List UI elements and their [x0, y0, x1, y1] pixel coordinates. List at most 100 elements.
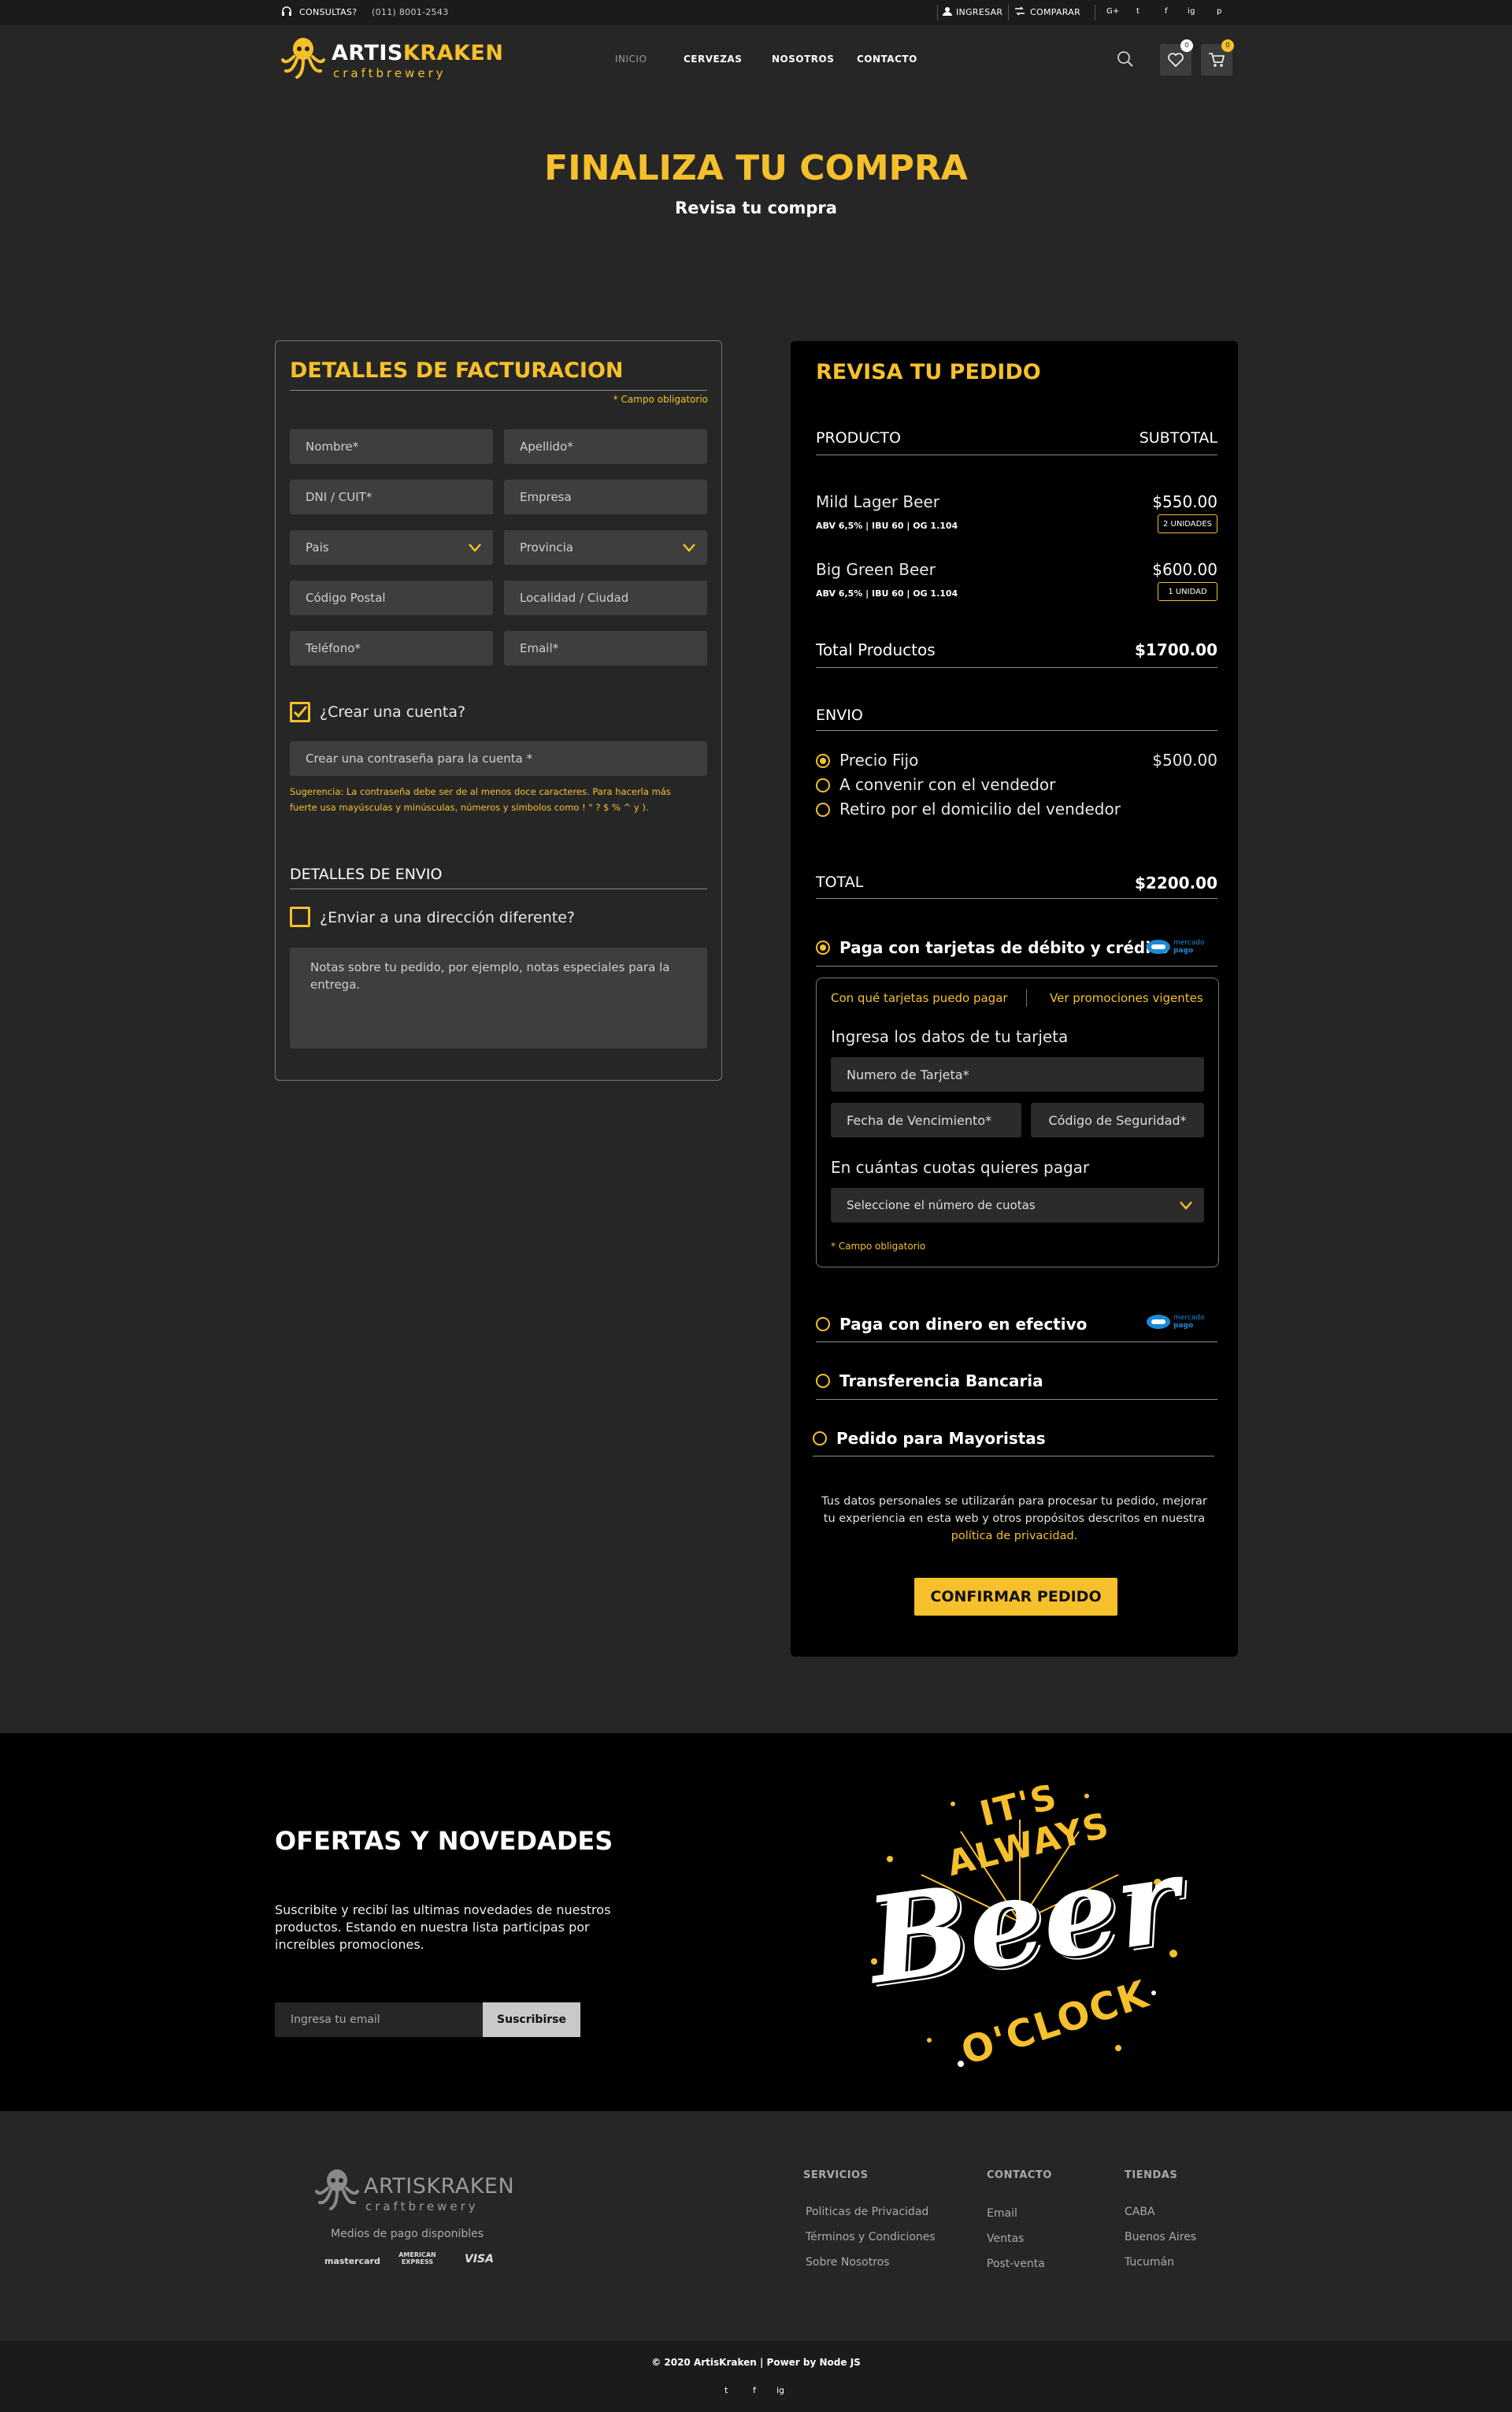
- page-title: FINALIZA TU COMPRA: [544, 148, 968, 188]
- country-select[interactable]: Pais: [290, 530, 493, 565]
- shipping-details-title: DETALLES DE ENVIO: [290, 866, 443, 883]
- search-icon[interactable]: [1117, 50, 1134, 68]
- beer-oclock-illustration: IT'S ALWAYS Beer O'CLOCK: [843, 1757, 1197, 2087]
- footer-link-caba[interactable]: CABA: [1125, 2206, 1155, 2218]
- footer-link-tucuman[interactable]: Tucumán: [1125, 2256, 1174, 2269]
- item-name: Big Green Beer: [816, 560, 936, 579]
- wishlist-count-badge: 0: [1180, 39, 1193, 52]
- pay-cash-divider: [816, 1341, 1217, 1342]
- newsletter-email-input[interactable]: Ingresa tu email: [275, 2002, 483, 2037]
- pinterest-icon[interactable]: p: [1217, 7, 1222, 16]
- password-input[interactable]: Crear una contraseña para la cuenta *: [290, 741, 707, 776]
- brand-tagline: craftbrewery: [333, 66, 447, 80]
- province-select[interactable]: Provincia: [504, 530, 707, 565]
- order-review-card: REVISA TU PEDIDO PRODUCTO SUBTOTAL Mild …: [791, 341, 1238, 1657]
- facebook-icon[interactable]: f: [753, 2385, 756, 2395]
- subscribe-button[interactable]: Suscribirse: [483, 2002, 580, 2037]
- item-specs: ABV 6,5% | IBU 60 | OG 1.104: [816, 521, 958, 531]
- mercado-pago-logo: mercado pago: [1147, 1313, 1217, 1330]
- consultas-label: CONSULTAS?: [299, 7, 358, 17]
- billing-title: DETALLES DE FACTURACION: [290, 358, 624, 383]
- instagram-icon[interactable]: ig: [776, 2385, 784, 2395]
- postal-code-input[interactable]: Código Postal: [290, 581, 493, 615]
- brand-name-first: ARTIS: [332, 41, 403, 65]
- twitter-icon[interactable]: t: [1136, 7, 1140, 16]
- first-name-input[interactable]: Nombre*: [290, 429, 493, 464]
- nav-item-inicio[interactable]: INICIO: [615, 54, 647, 65]
- compare-icon: [1014, 6, 1025, 18]
- pay-cash-label: Paga con dinero en efectivo: [839, 1315, 1088, 1334]
- ship-different-checkbox[interactable]: [290, 907, 310, 927]
- last-name-input[interactable]: Apellido*: [504, 429, 707, 464]
- twitter-icon[interactable]: t: [724, 2385, 728, 2395]
- footer-brand-name-first: ARTIS: [364, 2174, 427, 2199]
- bottom-bar: © 2020 ArtisKraken | Power by Node JS t …: [0, 2341, 1512, 2412]
- confirm-order-button[interactable]: CONFIRMAR PEDIDO: [914, 1578, 1117, 1616]
- visa-logo: VISA: [465, 2253, 494, 2265]
- footer-link-privacy[interactable]: Politicas de Privacidad: [806, 2206, 928, 2218]
- shipping-option-label: Retiro por el domicilio del vendedor: [839, 800, 1121, 818]
- card-brands-link[interactable]: Con qué tarjetas puedo pagar: [831, 991, 1008, 1005]
- phone-input[interactable]: Teléfono*: [290, 631, 493, 666]
- heart-icon: [1168, 53, 1184, 67]
- nav-item-cervezas[interactable]: CERVEZAS: [684, 54, 742, 65]
- card-payment-panel: Con qué tarjetas puedo pagar Ver promoci…: [816, 978, 1219, 1267]
- footer-link-sales[interactable]: Ventas: [987, 2232, 1024, 2245]
- main-nav: ARTISKRAKEN craftbrewery INICIO CERVEZAS…: [0, 25, 1512, 93]
- pay-transfer-divider: [816, 1399, 1217, 1400]
- footer-link-terms[interactable]: Términos y Condiciones: [806, 2231, 936, 2243]
- shipping-option-pickup[interactable]: Retiro por el domicilio del vendedor: [816, 800, 1217, 820]
- company-input[interactable]: Empresa: [504, 480, 707, 514]
- pay-wholesale-option[interactable]: Pedido para Mayoristas: [813, 1427, 1214, 1449]
- promotions-link[interactable]: Ver promociones vigentes: [1050, 991, 1203, 1005]
- create-account-label[interactable]: ¿Crear una cuenta?: [320, 703, 465, 721]
- pay-card-option[interactable]: Paga con tarjetas de débito y crédito me…: [816, 937, 1217, 959]
- chevron-down-icon: [469, 544, 481, 552]
- country-select-value: Pais: [306, 540, 329, 555]
- city-input[interactable]: Localidad / Ciudad: [504, 581, 707, 615]
- login-link[interactable]: INGRESAR: [956, 7, 1002, 17]
- create-account-checkbox[interactable]: [290, 702, 310, 722]
- mp-text-1: mercado: [1173, 1314, 1205, 1322]
- compare-link[interactable]: COMPARAR: [1030, 7, 1080, 17]
- ship-different-label[interactable]: ¿Enviar a una dirección diferente?: [320, 909, 575, 926]
- shipping-option-agree[interactable]: A convenir con el vendedor: [816, 775, 1217, 796]
- footer-link-about[interactable]: Sobre Nosotros: [806, 2256, 890, 2269]
- topbar-divider: [1008, 5, 1009, 20]
- footer-link-post-sales[interactable]: Post-venta: [987, 2258, 1045, 2270]
- privacy-policy-link[interactable]: política de privacidad.: [791, 1527, 1238, 1545]
- card-number-input[interactable]: Numero de Tarjeta*: [831, 1057, 1204, 1092]
- shipping-label: ENVIO: [816, 707, 863, 724]
- shipping-option-label: Precio Fijo: [839, 751, 919, 770]
- shipping-option-fixed[interactable]: Precio Fijo $500.00: [816, 751, 1217, 771]
- card-expiry-input[interactable]: Fecha de Vencimiento*: [831, 1103, 1021, 1137]
- brand-logo[interactable]: ARTISKRAKEN craftbrewery: [280, 32, 503, 83]
- pay-transfer-option[interactable]: Transferencia Bancaria: [816, 1370, 1217, 1392]
- shipping-option-label: A convenir con el vendedor: [839, 775, 1056, 794]
- pay-card-label: Paga con tarjetas de débito y crédito: [839, 938, 1169, 957]
- facebook-icon[interactable]: f: [1165, 7, 1168, 16]
- nav-item-contacto[interactable]: CONTACTO: [857, 54, 917, 65]
- phone-number[interactable]: (011) 8001-2543: [372, 7, 449, 17]
- card-required-note: * Campo obligatorio: [831, 1241, 926, 1252]
- footer-link-email[interactable]: Email: [987, 2207, 1017, 2220]
- order-notes-textarea[interactable]: Notas sobre tu pedido, por ejemplo, nota…: [290, 948, 707, 1048]
- instagram-icon[interactable]: ig: [1188, 7, 1195, 16]
- google-plus-icon[interactable]: G+: [1106, 7, 1120, 16]
- footer-brand-logo[interactable]: ARTISKRAKEN craftbrewery: [313, 2165, 518, 2217]
- installments-title: En cuántas cuotas quieres pagar: [831, 1158, 1090, 1177]
- newsletter-text: Suscribite y recibí las ultimas novedade…: [275, 1902, 610, 1954]
- nav-item-nosotros[interactable]: NOSOTROS: [772, 54, 834, 65]
- email-input[interactable]: Email*: [504, 631, 707, 666]
- pay-cash-option[interactable]: Paga con dinero en efectivo mercado pago: [816, 1313, 1217, 1335]
- radio-icon: [816, 803, 830, 817]
- card-cvv-input[interactable]: Código de Seguridad*: [1031, 1103, 1204, 1137]
- topbar-divider: [937, 5, 938, 20]
- pay-card-divider: [816, 966, 1217, 967]
- radio-icon: [816, 1317, 830, 1331]
- radio-icon: [813, 1431, 827, 1445]
- dni-input[interactable]: DNI / CUIT*: [290, 480, 493, 514]
- installments-select[interactable]: Seleccione el número de cuotas: [831, 1188, 1204, 1223]
- total-value: $2200.00: [1134, 874, 1217, 892]
- footer-link-buenos-aires[interactable]: Buenos Aires: [1125, 2231, 1196, 2243]
